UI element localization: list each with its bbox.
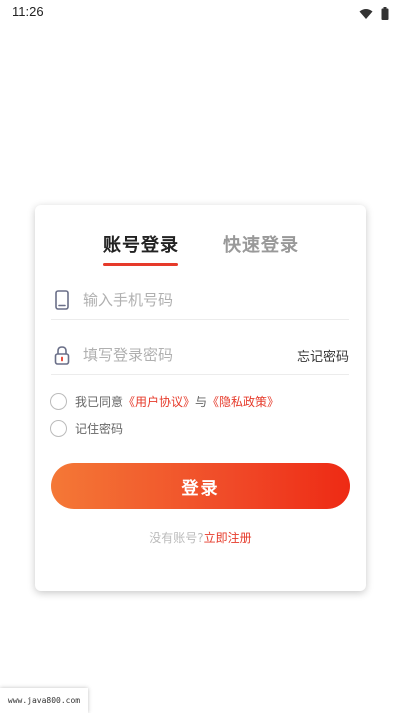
phone-icon	[51, 289, 73, 311]
lock-icon	[51, 344, 73, 366]
register-prompt: 没有账号?	[149, 531, 204, 545]
agreement-row: 我已同意 《用户协议》 与 《隐私政策》	[50, 391, 279, 411]
tab-account-login[interactable]: 账号登录	[103, 231, 179, 257]
remember-checkbox[interactable]	[50, 419, 67, 437]
remember-row: 记住密码	[50, 418, 123, 438]
forgot-password-link[interactable]: 忘记密码	[297, 346, 349, 365]
register-link[interactable]: 立即注册	[204, 531, 252, 545]
password-input[interactable]	[83, 342, 303, 368]
agree-connector: 与	[195, 394, 208, 409]
login-card: 账号登录 快速登录 忘记密码 我已同意 《用户协议》 与 《隐私政策》	[35, 205, 366, 591]
status-icons	[359, 5, 389, 24]
login-tabs: 账号登录 快速登录	[35, 231, 366, 271]
remember-label: 记住密码	[75, 421, 124, 436]
agree-prefix: 我已同意	[75, 394, 124, 409]
agree-checkbox[interactable]	[50, 392, 67, 410]
user-agreement-link[interactable]: 《用户协议》	[123, 393, 195, 410]
active-tab-indicator	[103, 263, 178, 266]
phone-field	[51, 285, 349, 320]
status-time: 11:26	[12, 4, 44, 19]
wifi-icon	[359, 5, 373, 24]
phone-input[interactable]	[83, 287, 303, 313]
status-bar: 11:26	[0, 0, 401, 24]
battery-icon	[381, 5, 389, 24]
login-button[interactable]: 登录	[51, 463, 350, 509]
password-field: 忘记密码	[51, 340, 349, 375]
register-row: 没有账号?立即注册	[35, 529, 366, 546]
watermark: www.java800.com	[0, 688, 88, 713]
tab-quick-login[interactable]: 快速登录	[223, 231, 299, 257]
privacy-policy-link[interactable]: 《隐私政策》	[207, 393, 279, 410]
